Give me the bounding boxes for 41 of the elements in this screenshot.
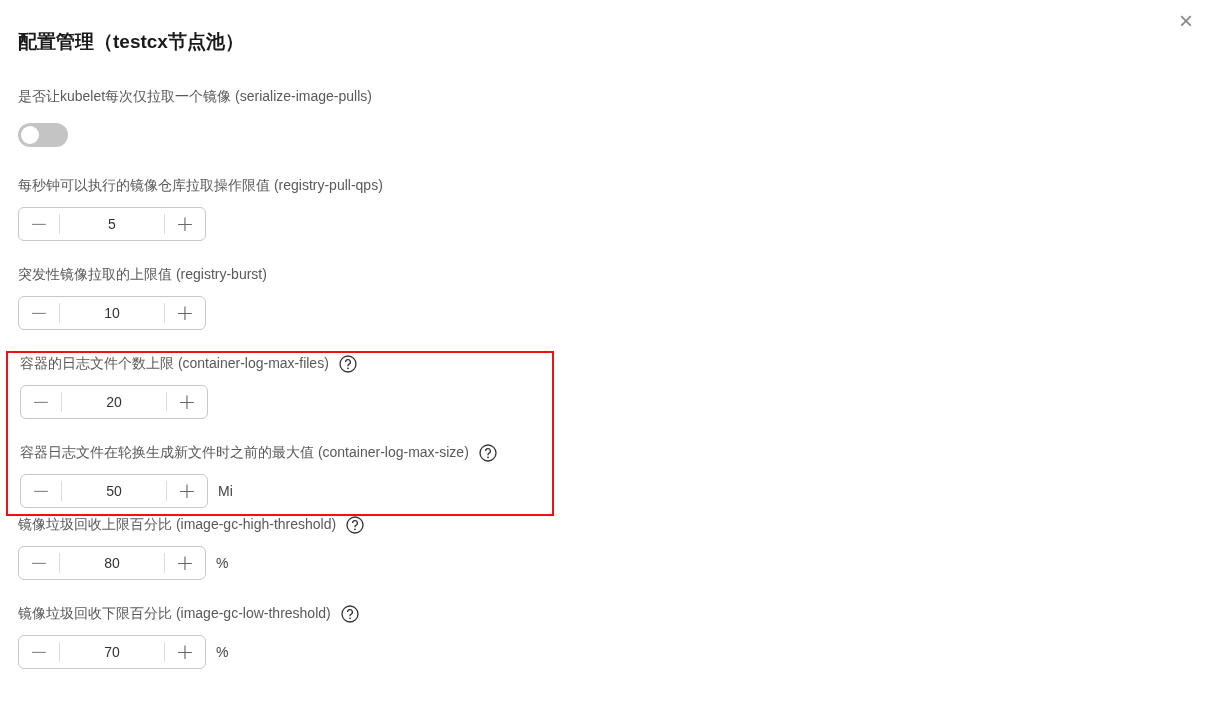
- number-input[interactable]: 10: [60, 304, 164, 322]
- help-icon[interactable]: [478, 444, 497, 462]
- close-button[interactable]: ×: [1175, 8, 1197, 34]
- decrement-button[interactable]: −: [19, 303, 59, 323]
- increment-button[interactable]: +: [165, 553, 205, 573]
- field-label: 突发性镜像拉取的上限值 (registry-burst): [18, 266, 267, 284]
- decrement-button[interactable]: −: [19, 553, 59, 573]
- increment-button[interactable]: +: [165, 642, 205, 662]
- unit-label: %: [216, 644, 229, 660]
- field-label: 容器的日志文件个数上限 (container-log-max-files): [20, 355, 329, 373]
- number-stepper[interactable]: − 5 +: [18, 207, 206, 241]
- decrement-button[interactable]: −: [21, 481, 61, 501]
- dialog-title: 配置管理（testcx节点池）: [18, 30, 245, 54]
- number-stepper[interactable]: − 70 +: [18, 635, 206, 669]
- help-icon[interactable]: [346, 516, 365, 534]
- help-icon[interactable]: [340, 605, 359, 623]
- increment-button[interactable]: +: [165, 214, 205, 234]
- unit-label: %: [216, 555, 229, 571]
- number-stepper[interactable]: − 20 +: [20, 385, 208, 419]
- number-stepper[interactable]: − 50 +: [20, 474, 208, 508]
- increment-button[interactable]: +: [167, 392, 207, 412]
- number-input[interactable]: 5: [60, 215, 164, 233]
- number-stepper[interactable]: − 80 +: [18, 546, 206, 580]
- field-label: 镜像垃圾回收上限百分比 (image-gc-high-threshold): [18, 516, 337, 534]
- number-input[interactable]: 70: [60, 643, 164, 661]
- decrement-button[interactable]: −: [21, 392, 61, 412]
- increment-button[interactable]: +: [165, 303, 205, 323]
- field-label: 容器日志文件在轮换生成新文件时之前的最大值 (container-log-max-size): [20, 444, 469, 462]
- help-icon[interactable]: [338, 355, 357, 373]
- toggle-switch[interactable]: [18, 123, 68, 147]
- field-label: 镜像垃圾回收下限百分比 (image-gc-low-threshold): [18, 605, 331, 623]
- number-input[interactable]: 50: [62, 482, 166, 500]
- decrement-button[interactable]: −: [19, 642, 59, 662]
- increment-button[interactable]: +: [167, 481, 207, 501]
- unit-label: Mi: [218, 483, 233, 499]
- field-label: 是否让kubelet每次仅拉取一个镜像 (serialize-image-pulls): [18, 88, 372, 106]
- decrement-button[interactable]: −: [19, 214, 59, 234]
- number-input[interactable]: 80: [60, 554, 164, 572]
- field-label: 每秒钟可以执行的镜像仓库拉取操作限值 (registry-pull-qps): [18, 177, 383, 195]
- number-input[interactable]: 20: [62, 393, 166, 411]
- number-stepper[interactable]: − 10 +: [18, 296, 206, 330]
